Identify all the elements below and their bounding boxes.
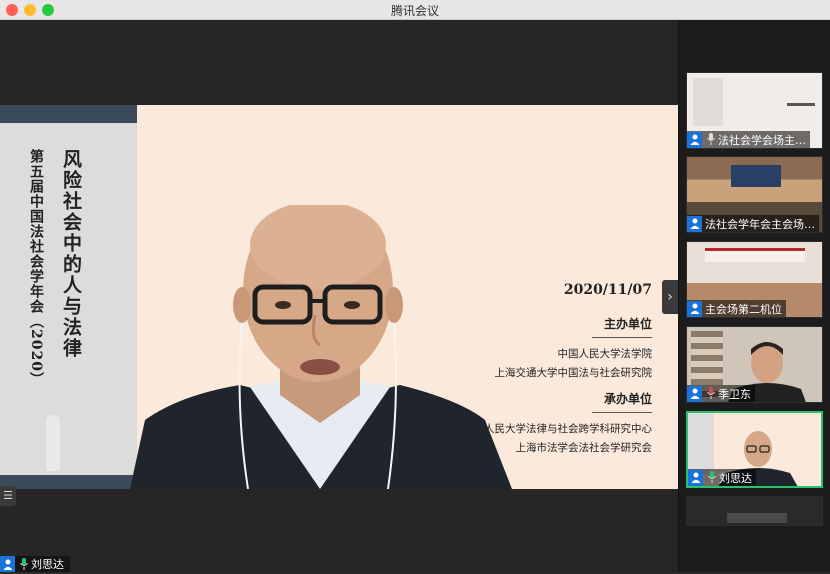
slide-left-panel: 第五届中国法社会学年会（2020） 风险社会中的人与法律 xyxy=(0,105,137,489)
user-icon xyxy=(687,215,702,232)
participant-tile[interactable]: 法社会学年会主会场… xyxy=(686,156,823,233)
participant-name: 刘思达 xyxy=(719,471,752,485)
participant-tile[interactable]: 主会场第二机位 xyxy=(686,241,823,318)
participant-tile[interactable]: 季卫东 xyxy=(686,326,823,403)
host-1: 中国人民大学法学院 xyxy=(557,348,653,360)
slide-title: 风险社会中的人与法律 xyxy=(60,149,82,359)
slide-date: 2020/11/07 xyxy=(563,282,652,298)
mic-icon xyxy=(708,468,716,486)
host-heading: 主办单位 xyxy=(603,317,652,331)
window-title: 腾讯会议 xyxy=(390,4,439,18)
mic-icon xyxy=(707,384,715,402)
list-toggle-icon[interactable]: ☰ xyxy=(0,486,16,506)
thumb-panel xyxy=(693,78,723,126)
banner-graphic xyxy=(705,248,805,262)
participant-name: 季卫东 xyxy=(718,387,751,401)
tile-label: 主会场第二机位 xyxy=(687,300,786,317)
tile-label: 季卫东 xyxy=(687,385,755,402)
mic-icon xyxy=(20,555,28,574)
next-page-chevron-icon[interactable]: › xyxy=(662,280,678,314)
thumb-panel xyxy=(688,413,714,473)
statue-graphic xyxy=(46,415,60,471)
participant-tile[interactable] xyxy=(686,496,823,526)
thumb-graphic xyxy=(727,513,787,523)
speaker-name-tag: 刘思达 xyxy=(0,556,70,572)
tile-label: 法社会学年会主会场… xyxy=(687,215,819,232)
user-icon xyxy=(687,300,702,317)
participant-tile-active[interactable]: 刘思达 xyxy=(686,411,823,488)
tile-label: 刘思达 xyxy=(688,469,756,486)
slide-subtitle: 第五届中国法社会学年会（2020） xyxy=(28,149,44,387)
mic-icon xyxy=(707,130,715,148)
participant-tile[interactable]: 法社会学会场主… xyxy=(686,72,823,149)
organizer-heading: 承办单位 xyxy=(603,392,652,406)
participant-name: 法社会学年会主会场… xyxy=(705,217,815,231)
participant-name: 法社会学会场主… xyxy=(718,133,806,147)
user-icon xyxy=(687,131,702,148)
user-icon xyxy=(687,385,702,402)
window-titlebar: 腾讯会议 xyxy=(0,0,830,20)
speaker-video xyxy=(130,205,512,489)
user-icon xyxy=(688,469,703,486)
speaker-name: 刘思达 xyxy=(31,558,64,571)
thumb-line xyxy=(787,103,815,106)
divider xyxy=(592,337,652,338)
slide-bottom-band xyxy=(0,475,137,489)
tile-label: 法社会学会场主… xyxy=(687,131,810,148)
user-icon xyxy=(0,556,15,572)
screen-graphic xyxy=(731,165,781,187)
divider xyxy=(592,412,652,413)
participant-name: 主会场第二机位 xyxy=(705,302,782,316)
slide-top-band xyxy=(0,105,137,123)
organizer-2: 上海市法学会法社会学研究会 xyxy=(515,442,653,454)
